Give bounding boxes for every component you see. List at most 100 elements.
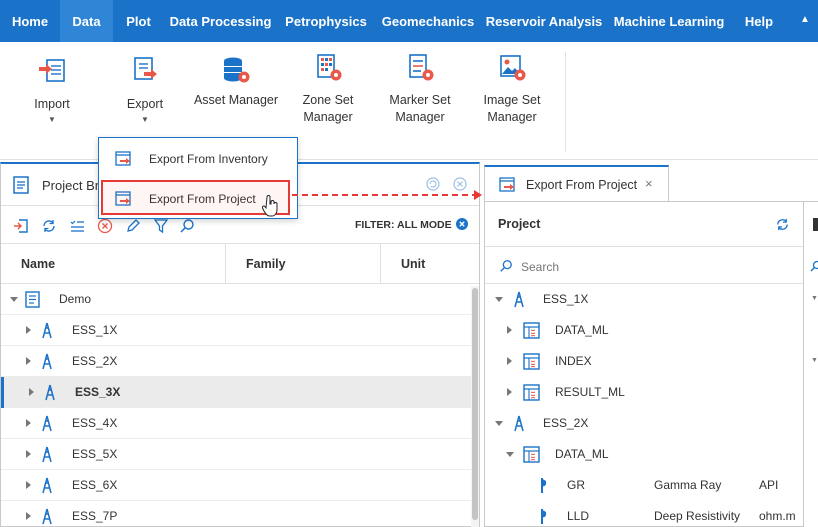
dashed-arrow-connector — [292, 190, 482, 200]
import-small-icon[interactable] — [13, 218, 29, 234]
image-set-manager-button[interactable]: Image Set Manager — [478, 52, 546, 126]
column-divider[interactable] — [225, 244, 226, 284]
tree-row-well[interactable]: ESS_7P — [1, 501, 475, 527]
expand-arrow-icon[interactable] — [26, 357, 31, 365]
dataset-name: DATA_ML — [555, 323, 609, 337]
search-icon — [500, 260, 512, 272]
project-tree-title: Project — [498, 217, 541, 231]
menu-plot[interactable]: Plot — [113, 0, 164, 42]
tree-row-well[interactable]: ESS_6X — [1, 470, 475, 501]
tree-row-project[interactable]: Demo — [1, 284, 475, 315]
column-header-family[interactable]: Family — [246, 257, 286, 271]
menu-home[interactable]: Home — [0, 0, 60, 42]
expand-arrow-icon[interactable] — [26, 450, 31, 458]
project-tree-header: Project — [485, 202, 803, 247]
well-icon — [42, 322, 52, 339]
tree-row-well[interactable]: ESS_1X — [1, 315, 475, 346]
expand-arrow-icon[interactable]: ▼ — [811, 295, 818, 302]
tree-row-dataset[interactable]: INDEX — [485, 346, 803, 377]
menu-data-processing[interactable]: Data Processing — [164, 0, 277, 42]
tree-row-well[interactable]: ESS_5X — [1, 439, 475, 470]
curve-name: GR — [567, 478, 585, 492]
secondary-column: ▼ ▼ — [804, 202, 818, 527]
export-from-project-panel: Project ESS_1X DATA_ML INDEX RESULT_ML ESS_2… — [484, 201, 818, 527]
column-header-unit[interactable]: Unit — [401, 257, 425, 271]
project-search-bar — [485, 248, 803, 284]
curve-unit: API — [759, 478, 779, 492]
tree-row-well[interactable]: ESS_2X — [1, 346, 475, 377]
menu-geomechanics[interactable]: Geomechanics — [375, 0, 481, 42]
collapse-arrow-icon[interactable] — [495, 297, 503, 302]
delete-circle-icon[interactable] — [97, 218, 113, 234]
tab-export-from-project[interactable]: Export From Project × — [484, 165, 669, 201]
expand-arrow-icon[interactable] — [507, 326, 512, 334]
filter-icon[interactable] — [153, 218, 169, 234]
import-label: Import — [34, 97, 70, 111]
curve-unit: ohm.m — [759, 509, 796, 523]
well-name: ESS_2X — [543, 416, 589, 430]
column-divider[interactable] — [380, 244, 381, 284]
expand-arrow-icon[interactable] — [507, 388, 512, 396]
tree-row-dataset[interactable]: DATA_ML — [485, 439, 803, 470]
search-icon — [810, 260, 818, 272]
asset-manager-button[interactable]: Asset Manager — [192, 54, 280, 109]
collapse-arrow-icon[interactable] — [495, 421, 503, 426]
marker-set-label-2: Manager — [395, 110, 445, 124]
well-icon — [42, 353, 52, 370]
expand-arrow-icon[interactable] — [26, 481, 31, 489]
expand-arrow-icon[interactable] — [26, 326, 31, 334]
well-icon — [514, 291, 524, 308]
tree-row-dataset[interactable]: RESULT_ML — [485, 377, 803, 408]
image-set-icon — [500, 55, 526, 81]
expand-arrow-icon[interactable] — [29, 388, 34, 396]
menu-reservoir-analysis[interactable]: Reservoir Analysis — [481, 0, 607, 42]
import-button[interactable]: Import ▼ — [22, 56, 82, 125]
search-input[interactable] — [521, 257, 781, 277]
menu-item-export-from-inventory[interactable]: Export From Inventory — [99, 140, 297, 178]
tree-row-well[interactable]: ESS_1X — [485, 284, 803, 315]
hand-cursor-icon — [262, 195, 278, 217]
well-icon — [42, 415, 52, 432]
main-menubar: Home Data Plot Data Processing Petrophys… — [0, 0, 818, 42]
dataset-name: RESULT_ML — [555, 385, 625, 399]
clear-filter-icon[interactable] — [456, 218, 468, 230]
expand-arrow-icon[interactable]: ▼ — [811, 357, 818, 364]
dataset-icon — [523, 384, 540, 401]
tree-row-curve[interactable]: GR Gamma Ray API — [485, 470, 803, 501]
menu-machine-learning[interactable]: Machine Learning — [607, 0, 731, 42]
tree-row-curve[interactable]: LLD Deep Resistivity ohm.m — [485, 501, 803, 527]
tree-row-well[interactable]: ESS_4X — [1, 408, 475, 439]
tree-row-dataset[interactable]: DATA_ML — [485, 315, 803, 346]
scrollbar-thumb[interactable] — [472, 288, 478, 520]
collapse-arrow-icon[interactable] — [10, 297, 18, 302]
expand-arrow-icon[interactable] — [507, 357, 512, 365]
well-name: ESS_4X — [72, 416, 118, 430]
column-header-name[interactable]: Name — [21, 257, 55, 271]
caret-up-icon[interactable]: ▲ — [796, 0, 814, 42]
menu-petrophysics[interactable]: Petrophysics — [277, 0, 375, 42]
export-icon — [134, 57, 157, 80]
search-icon[interactable] — [179, 218, 195, 234]
collapse-arrow-icon[interactable] — [506, 452, 514, 457]
list-check-icon[interactable] — [69, 218, 85, 234]
menu-help[interactable]: Help — [731, 0, 787, 42]
expand-arrow-icon[interactable] — [26, 419, 31, 427]
zone-set-manager-button[interactable]: Zone Set Manager — [296, 52, 360, 126]
dataset-icon — [523, 353, 540, 370]
dataset-icon — [523, 446, 540, 463]
tree-row-well[interactable]: ESS_3X — [1, 377, 475, 408]
document-icon — [13, 176, 29, 194]
filter-mode-label[interactable]: FILTER: ALL MODE — [355, 219, 452, 231]
close-icon[interactable]: × — [645, 176, 653, 191]
menu-data[interactable]: Data — [60, 0, 113, 42]
sync-icon[interactable] — [775, 217, 790, 232]
dataset-name: DATA_ML — [555, 447, 609, 461]
sync-icon[interactable] — [41, 218, 57, 234]
edit-pencil-icon[interactable] — [125, 218, 141, 234]
marker-set-manager-button[interactable]: Marker Set Manager — [384, 52, 456, 126]
export-button[interactable]: Export ▼ — [115, 54, 175, 125]
well-icon — [514, 415, 524, 432]
expand-arrow-icon[interactable] — [26, 512, 31, 520]
chevron-down-icon: ▼ — [48, 115, 56, 124]
tree-row-well[interactable]: ESS_2X — [485, 408, 803, 439]
